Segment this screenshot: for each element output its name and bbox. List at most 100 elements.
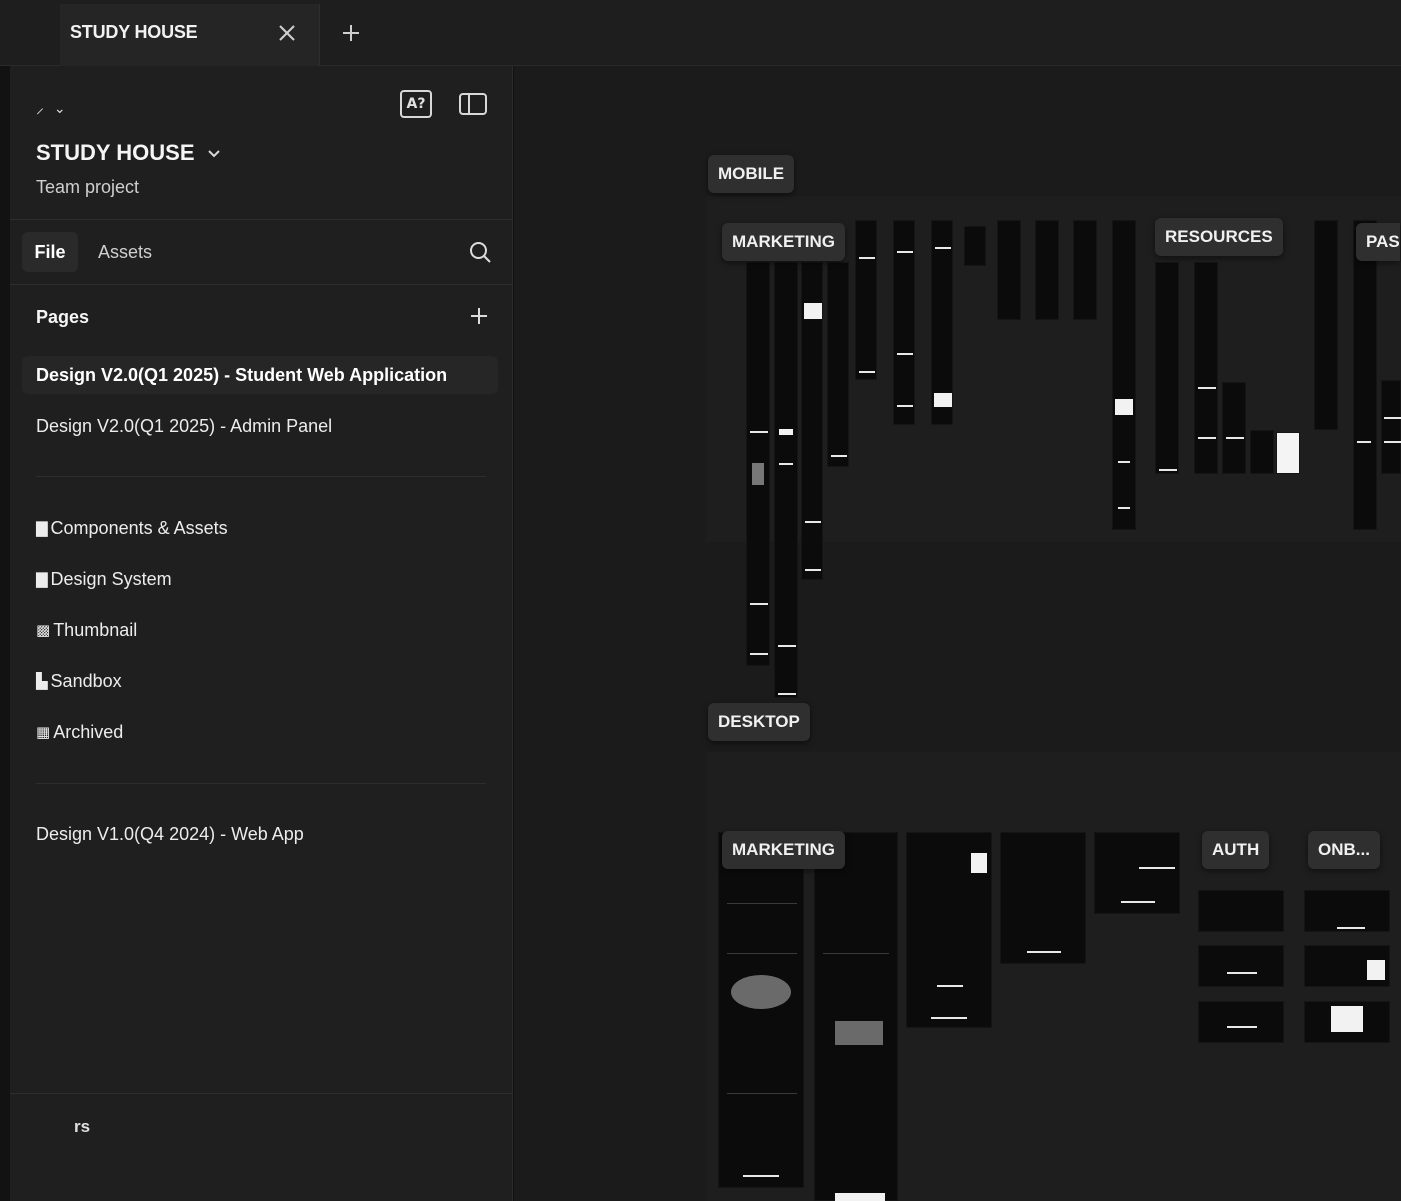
frame-thumbnail[interactable] (1155, 262, 1179, 474)
divider (10, 284, 513, 285)
frame-thumbnail[interactable] (801, 262, 823, 580)
page-item-thumbnail[interactable]: ▩ Thumbnail (22, 611, 498, 649)
frame-thumbnail[interactable] (1198, 945, 1284, 987)
page-item-web-app-v1[interactable]: Design V1.0(Q4 2024) - Web App (22, 815, 498, 853)
frame-line (743, 1175, 779, 1177)
frame-image (804, 303, 822, 319)
frame-thumbnail[interactable] (1250, 430, 1274, 474)
frame-thumbnail[interactable] (1198, 1001, 1284, 1043)
pages-heading: Pages (36, 307, 90, 327)
frame-thumbnail[interactable] (906, 832, 992, 1028)
frame-line (750, 603, 768, 605)
frame-line (935, 247, 951, 249)
frame-thumbnail[interactable] (1222, 382, 1246, 474)
frame-line (1118, 461, 1130, 463)
frame-thumbnail[interactable] (774, 262, 798, 698)
frame-thumbnail[interactable] (718, 832, 804, 1188)
frame-thumbnail[interactable] (1353, 220, 1377, 530)
frame-line (1227, 972, 1257, 974)
frame-line (778, 693, 796, 695)
tab-file[interactable]: File (22, 232, 78, 272)
frame-line (1337, 927, 1365, 929)
frame-thumbnail[interactable] (964, 226, 986, 266)
frame-line (727, 903, 797, 904)
group-label-marketing[interactable]: MARKETING (722, 223, 845, 261)
tab-bar: STUDY HOUSE (0, 0, 1401, 66)
frame-line (931, 1017, 967, 1019)
search-icon[interactable] (468, 240, 492, 264)
frame-line (750, 653, 768, 655)
book-icon: ▇ (36, 570, 48, 588)
section-label-desktop[interactable]: DESKTOP (708, 703, 810, 741)
frame-thumbnail[interactable] (1073, 220, 1097, 320)
frame-line (779, 463, 793, 465)
ai-button-label: A? (406, 96, 426, 112)
frame-line (805, 569, 821, 571)
page-label: Design V2.0(Q1 2025) - Admin Panel (36, 415, 333, 436)
frame-thumbnail[interactable] (827, 262, 849, 467)
frame-image (1331, 1006, 1363, 1032)
frame-thumbnail[interactable] (855, 220, 877, 380)
frame-thumbnail[interactable] (1194, 262, 1218, 474)
group-label-auth[interactable]: AUTH (1202, 831, 1270, 869)
frame-image (1367, 960, 1385, 980)
group-label-onboarding[interactable]: ONB... (1308, 831, 1380, 869)
section-label-mobile[interactable]: MOBILE (708, 155, 795, 193)
sidebar-toggle-icon[interactable] (458, 92, 488, 116)
frame-thumbnail[interactable] (997, 220, 1021, 320)
main-menu-button[interactable]: ⸝ ⌄ (36, 96, 86, 117)
frame-thumbnail[interactable] (931, 220, 953, 425)
frame-line (859, 371, 875, 373)
frame-thumbnail[interactable] (1198, 890, 1284, 932)
frame-line (823, 953, 889, 954)
page-item-student-web-app[interactable]: Design V2.0(Q1 2025) - Student Web Appli… (22, 356, 498, 394)
page-item-components-assets[interactable]: ▇ Components & Assets (22, 509, 498, 547)
frame-line (897, 405, 913, 407)
tab-assets[interactable]: Assets (98, 242, 152, 263)
frame-line (1027, 951, 1061, 953)
logo-icon: ⸝ (36, 100, 45, 117)
group-label-marketing-desktop[interactable]: MARKETING (722, 831, 845, 869)
frame-thumbnail[interactable] (1094, 832, 1180, 914)
frame-line (937, 985, 963, 987)
frame-thumbnail[interactable] (1276, 432, 1300, 474)
frame-image (779, 429, 793, 435)
page-label: Sandbox (50, 670, 122, 691)
frame-line (1198, 437, 1216, 439)
page-item-sandbox[interactable]: ▙ Sandbox (22, 662, 498, 700)
add-page-icon[interactable] (468, 305, 490, 327)
page-label: Design V1.0(Q4 2024) - Web App (36, 823, 304, 844)
frame-line (1384, 441, 1401, 443)
tab-title[interactable]: STUDY HOUSE (70, 22, 198, 43)
chevron-down-icon[interactable] (206, 146, 222, 162)
page-item-design-system[interactable]: ▇ Design System (22, 560, 498, 598)
frame-image (934, 393, 952, 407)
frame-line (1121, 901, 1155, 903)
frame-thumbnail[interactable] (1304, 890, 1390, 932)
page-item-archived[interactable]: ▦ Archived (22, 713, 498, 751)
frame-thumbnail[interactable] (893, 220, 915, 425)
frame-thumbnail[interactable] (1304, 1001, 1390, 1043)
frame-thumbnail[interactable] (746, 262, 770, 666)
chevron-down-icon: ⌄ (53, 100, 66, 116)
frame-thumbnail[interactable] (1112, 220, 1136, 530)
frame-thumbnail[interactable] (1381, 380, 1401, 474)
project-subtitle: Team project (36, 177, 140, 197)
plus-icon[interactable] (340, 22, 362, 44)
close-icon[interactable] (276, 22, 298, 44)
frame-line (1384, 417, 1401, 419)
page-label: Components & Assets (50, 517, 228, 538)
project-title[interactable]: STUDY HOUSE (36, 140, 195, 166)
page-item-admin-panel[interactable]: Design V2.0(Q1 2025) - Admin Panel (22, 407, 498, 445)
frame-thumbnail[interactable] (1314, 220, 1338, 430)
group-label-resources[interactable]: RESOURCES (1155, 218, 1283, 256)
frame-thumbnail[interactable] (1304, 945, 1390, 987)
group-label-pas[interactable]: PAS (1356, 223, 1400, 261)
frame-thumbnail[interactable] (1035, 220, 1059, 320)
frame-thumbnail[interactable] (1000, 832, 1086, 964)
frame-thumbnail[interactable] (814, 832, 898, 1201)
ai-assistant-button[interactable]: A? (400, 90, 432, 118)
frame-line (859, 257, 875, 259)
frame-line (727, 953, 797, 954)
layers-heading[interactable]: rs (74, 1117, 90, 1137)
